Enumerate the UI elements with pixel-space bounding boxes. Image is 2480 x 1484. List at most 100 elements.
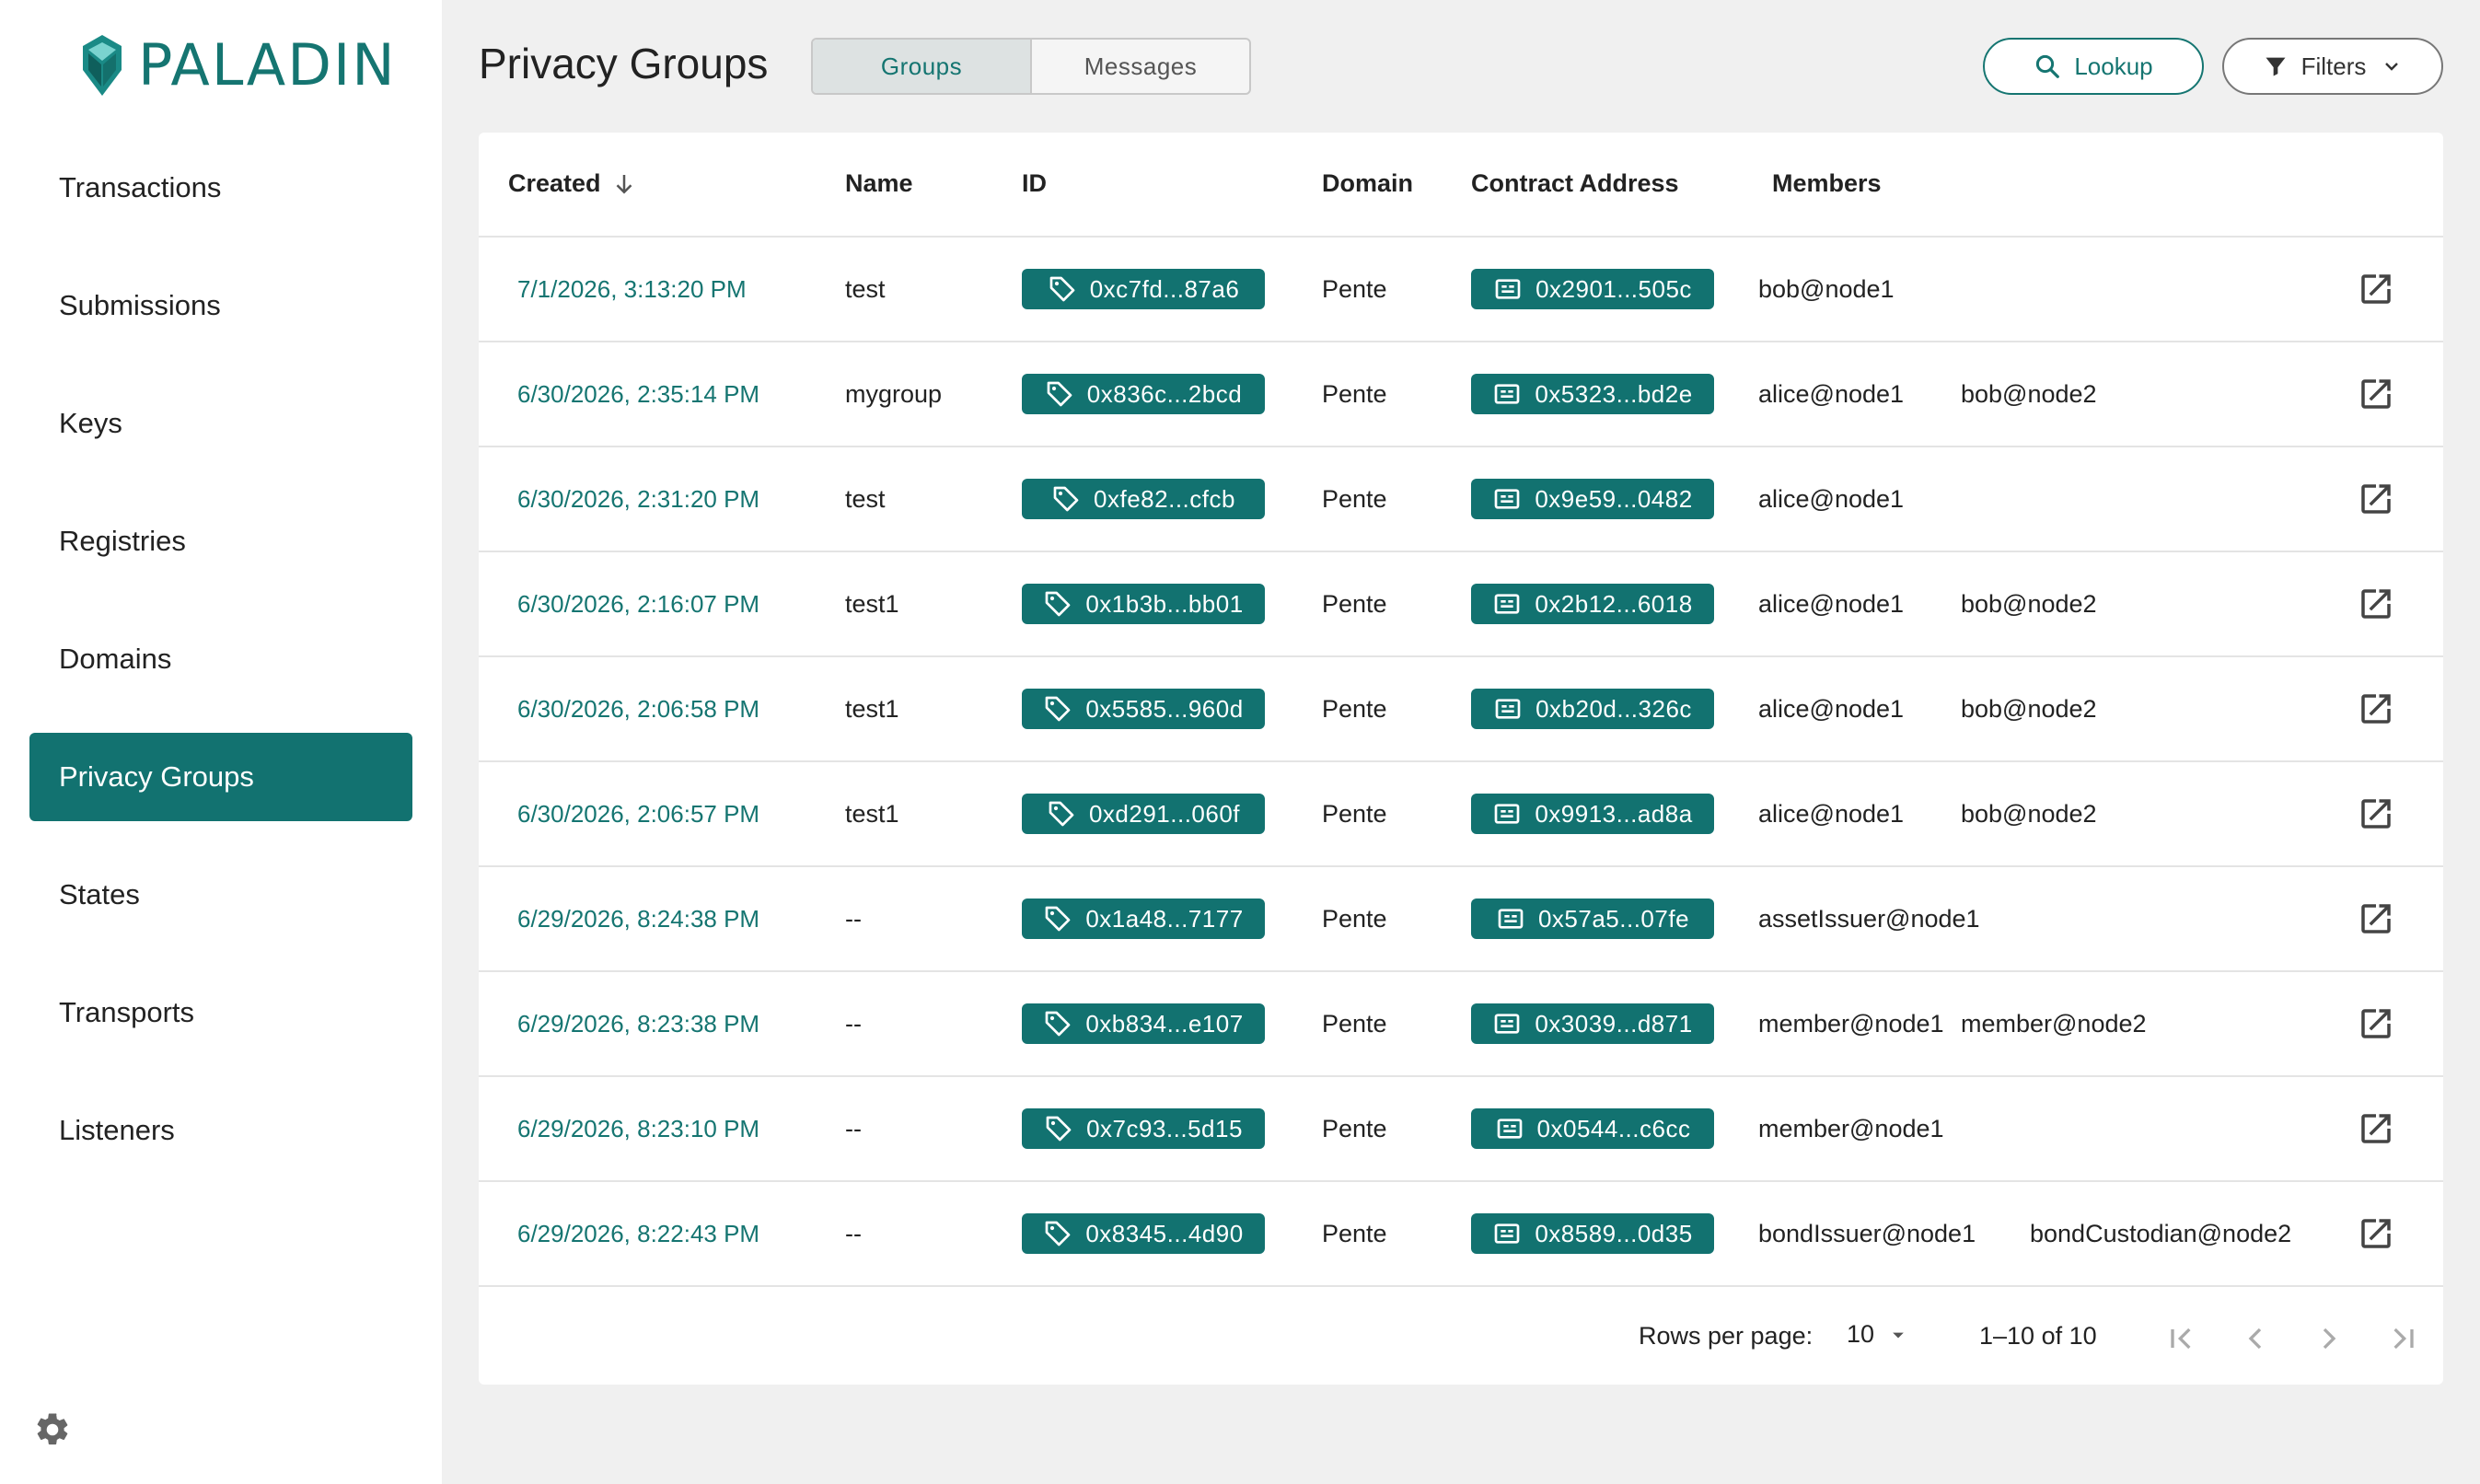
member-item: assetIssuer@node1 [1758, 904, 1980, 933]
sidebar: PALADIN Transactions Submissions Keys Regis… [0, 0, 442, 1484]
open-in-new-icon[interactable] [2357, 794, 2395, 833]
contract-address-chip[interactable]: 0x5323...bd2e [1471, 374, 1714, 414]
group-name: -- [845, 1219, 862, 1247]
logo: PALADIN [79, 31, 397, 99]
contract-address-chip[interactable]: 0x9913...ad8a [1471, 794, 1714, 834]
id-chip[interactable]: 0xc7fd...87a6 [1022, 269, 1265, 309]
created-link[interactable]: 6/29/2026, 8:22:43 PM [517, 1182, 759, 1285]
open-in-new-icon[interactable] [2357, 375, 2395, 413]
sidebar-item-transactions[interactable]: Transactions [29, 144, 412, 232]
member-item: alice@node1 [1758, 379, 1905, 408]
open-in-new-icon[interactable] [2357, 1109, 2395, 1148]
logo-text: PALADIN [138, 31, 397, 99]
id-chip[interactable]: 0x5585...960d [1022, 689, 1265, 729]
member-item: alice@node1 [1758, 799, 1905, 828]
id-chip[interactable]: 0xfe82...cfcb [1022, 479, 1265, 519]
id-chip[interactable]: 0x8345...4d90 [1022, 1213, 1265, 1254]
member-item: alice@node1 [1758, 484, 1905, 513]
open-in-new-icon[interactable] [2357, 585, 2395, 623]
tab-groups[interactable]: Groups [813, 40, 1032, 93]
first-page-icon[interactable] [2163, 1320, 2200, 1357]
sidebar-item-registries[interactable]: Registries [29, 497, 412, 585]
table-row[interactable]: 7/1/2026, 3:13:20 PM test 0xc7fd...87a6 Pen… [479, 238, 2443, 342]
created-link[interactable]: 6/29/2026, 8:24:38 PM [517, 867, 759, 970]
id-value: 0xb834...e107 [1085, 1009, 1244, 1038]
id-chip[interactable]: 0xd291...060f [1022, 794, 1265, 834]
member-item: bondIssuer@node1 [1758, 1219, 1976, 1247]
created-link[interactable]: 6/29/2026, 8:23:10 PM [517, 1077, 759, 1180]
sidebar-item-privacy-groups[interactable]: Privacy Groups [29, 733, 412, 821]
contract-address-value: 0x9e59...0482 [1535, 484, 1693, 513]
table-row[interactable]: 6/30/2026, 2:16:07 PM test1 0x1b3b...bb01 P… [479, 552, 2443, 657]
id-chip[interactable]: 0x7c93...5d15 [1022, 1108, 1265, 1149]
member-item: member@node2 [1961, 1009, 2147, 1038]
group-name: -- [845, 1009, 862, 1038]
created-link[interactable]: 6/30/2026, 2:16:07 PM [517, 552, 759, 655]
table-row[interactable]: 6/29/2026, 8:23:38 PM -- 0xb834...e107 Pent… [479, 972, 2443, 1077]
member-item: bondCustodian@node2 [2030, 1219, 2292, 1247]
sidebar-item-listeners[interactable]: Listeners [29, 1086, 412, 1175]
rows-per-page-select[interactable]: 10 [1847, 1320, 1911, 1349]
created-link[interactable]: 6/30/2026, 2:06:58 PM [517, 657, 759, 760]
id-value: 0x1a48...7177 [1085, 904, 1244, 933]
open-in-new-icon[interactable] [2357, 480, 2395, 518]
gear-icon[interactable] [33, 1410, 72, 1449]
contract-icon [1495, 1014, 1520, 1034]
group-name: test1 [845, 799, 899, 828]
group-name: test [845, 484, 886, 513]
table-row[interactable]: 6/29/2026, 8:22:43 PM -- 0x8345...4d90 Pent… [479, 1182, 2443, 1287]
sidebar-item-keys[interactable]: Keys [29, 379, 412, 468]
open-in-new-icon[interactable] [2357, 690, 2395, 728]
filters-button[interactable]: Filters [2222, 38, 2443, 95]
domain-value: Pente [1322, 379, 1387, 408]
id-value: 0x5585...960d [1085, 694, 1244, 723]
created-link[interactable]: 6/30/2026, 2:31:20 PM [517, 447, 759, 551]
open-in-new-icon[interactable] [2357, 1004, 2395, 1043]
contract-address-value: 0x8589...0d35 [1535, 1219, 1693, 1247]
column-created[interactable]: Created [508, 169, 638, 198]
column-members: Members [1772, 169, 1882, 197]
contract-address-chip[interactable]: 0x8589...0d35 [1471, 1213, 1714, 1254]
filter-icon [2266, 57, 2286, 76]
member-item: bob@node2 [1961, 694, 2097, 723]
sidebar-item-states[interactable]: States [29, 851, 412, 939]
id-value: 0xc7fd...87a6 [1089, 274, 1240, 303]
last-page-icon[interactable] [2384, 1320, 2421, 1357]
id-chip[interactable]: 0xb834...e107 [1022, 1003, 1265, 1044]
created-link[interactable]: 6/30/2026, 2:35:14 PM [517, 342, 759, 446]
contract-address-chip[interactable]: 0xb20d...326c [1471, 689, 1714, 729]
sidebar-item-domains[interactable]: Domains [29, 615, 412, 703]
contract-address-chip[interactable]: 0x9e59...0482 [1471, 479, 1714, 519]
id-chip[interactable]: 0x1a48...7177 [1022, 899, 1265, 939]
contract-address-chip[interactable]: 0x57a5...07fe [1471, 899, 1714, 939]
table-row[interactable]: 6/30/2026, 2:06:57 PM test1 0xd291...060f P… [479, 762, 2443, 867]
contract-address-chip[interactable]: 0x2901...505c [1471, 269, 1714, 309]
tag-icon [1049, 801, 1074, 827]
table-row[interactable]: 6/30/2026, 2:06:58 PM test1 0x5585...960d P… [479, 657, 2443, 762]
page-title: Privacy Groups [479, 40, 769, 87]
created-link[interactable]: 6/29/2026, 8:23:38 PM [517, 972, 759, 1075]
member-item: member@node1 [1758, 1114, 1944, 1142]
table-row[interactable]: 6/29/2026, 8:24:38 PM -- 0x1a48...7177 Pent… [479, 867, 2443, 972]
contract-address-chip[interactable]: 0x2b12...6018 [1471, 584, 1714, 624]
created-link[interactable]: 6/30/2026, 2:06:57 PM [517, 762, 759, 865]
id-chip[interactable]: 0x1b3b...bb01 [1022, 584, 1265, 624]
contract-address-chip[interactable]: 0x3039...d871 [1471, 1003, 1714, 1044]
previous-page-icon[interactable] [2237, 1320, 2274, 1357]
open-in-new-icon[interactable] [2357, 1214, 2395, 1253]
open-in-new-icon[interactable] [2357, 899, 2395, 938]
next-page-icon[interactable] [2311, 1320, 2347, 1357]
table-row[interactable]: 6/30/2026, 2:31:20 PM test 0xfe82...cfcb Pe… [479, 447, 2443, 552]
sidebar-item-submissions[interactable]: Submissions [29, 261, 412, 350]
table-row[interactable]: 6/29/2026, 8:23:10 PM -- 0x7c93...5d15 Pent… [479, 1077, 2443, 1182]
sidebar-item-transports[interactable]: Transports [29, 968, 412, 1057]
tab-messages[interactable]: Messages [1032, 40, 1249, 93]
created-link[interactable]: 7/1/2026, 3:13:20 PM [517, 238, 747, 341]
lookup-button[interactable]: Lookup [1983, 38, 2204, 95]
contract-address-chip[interactable]: 0x0544...c6cc [1471, 1108, 1714, 1149]
table-row[interactable]: 6/30/2026, 2:35:14 PM mygroup 0x836c...2bc… [479, 342, 2443, 447]
tag-icon [1047, 381, 1072, 407]
open-in-new-icon[interactable] [2357, 270, 2395, 308]
domain-value: Pente [1322, 589, 1387, 618]
id-chip[interactable]: 0x836c...2bcd [1022, 374, 1265, 414]
